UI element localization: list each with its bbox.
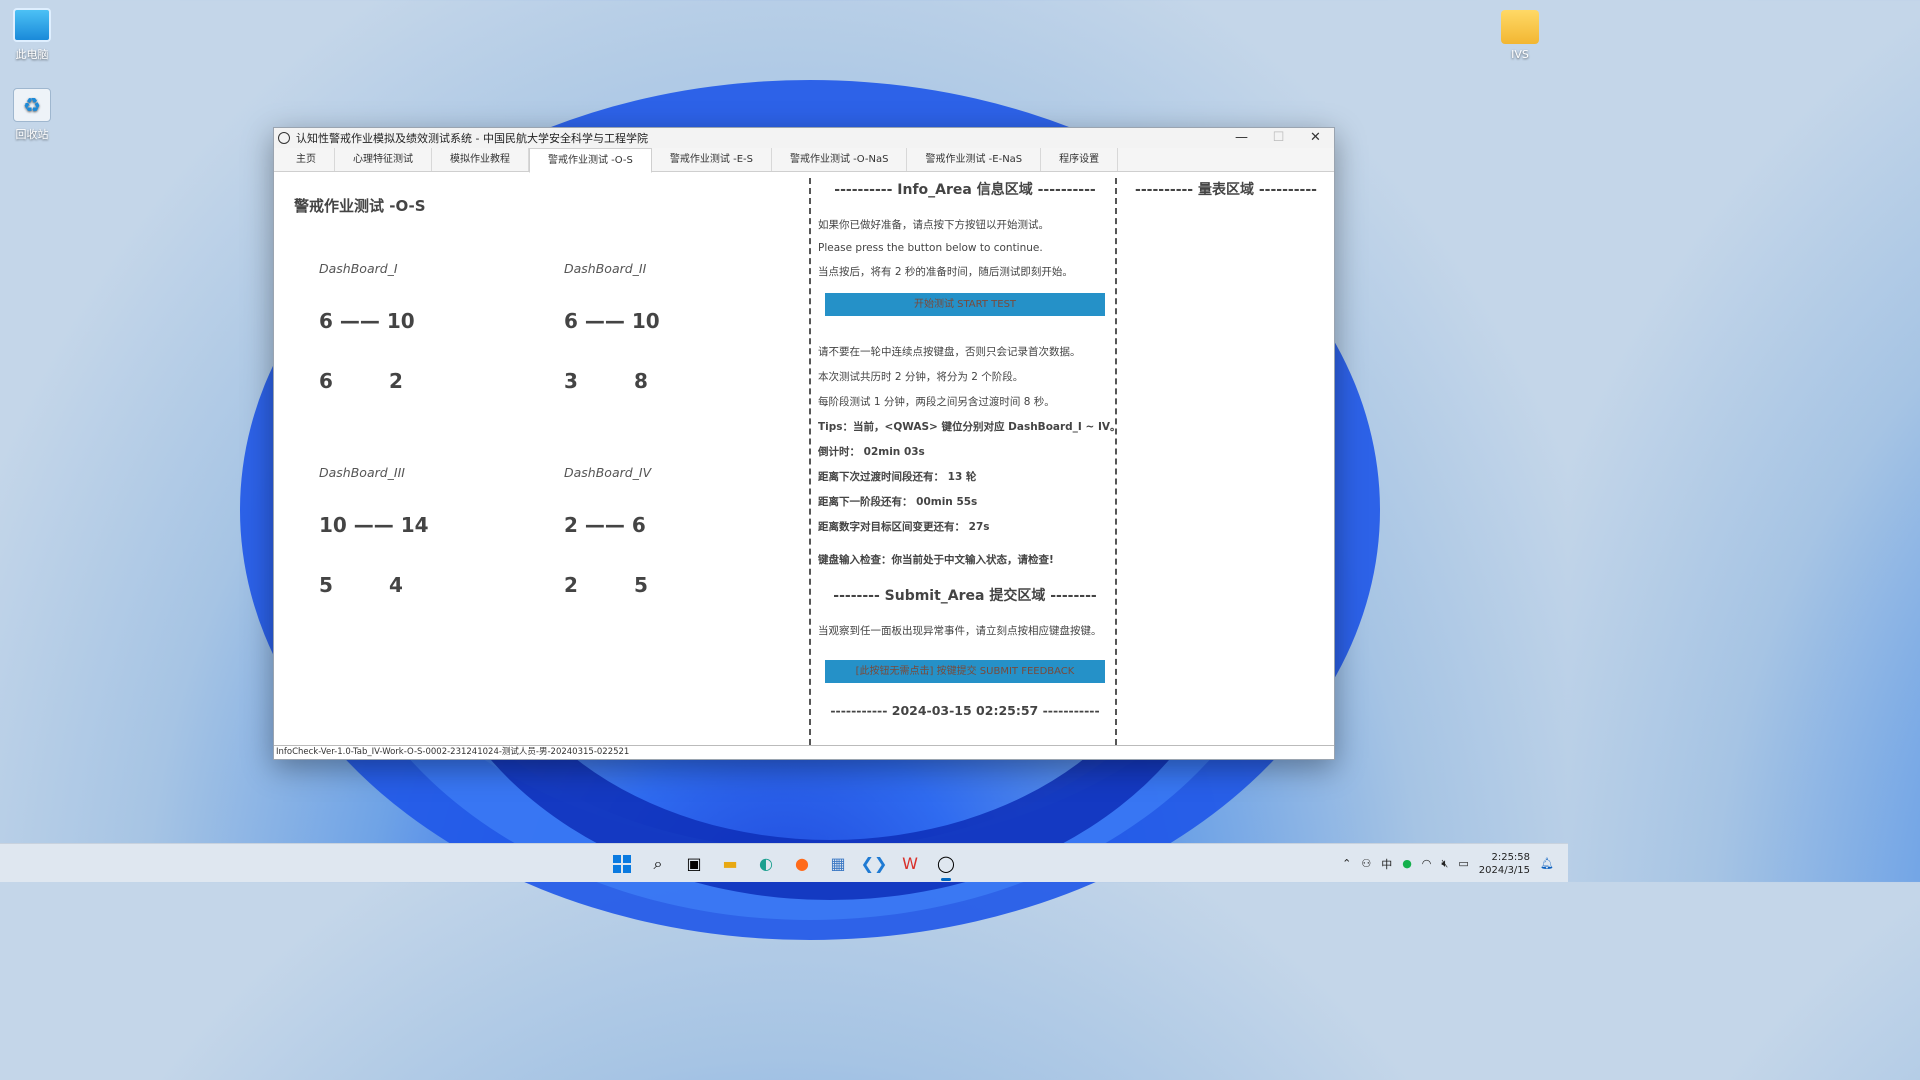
tab-test-e-nas[interactable]: 警戒作业测试 -E-NaS [907,148,1042,171]
submit-area-header: -------- Submit_Area 提交区域 -------- [833,588,1097,604]
next-transition-text: 距离下次过渡时间段还有： 13 轮 [818,471,977,483]
dashboard-name: DashBoard_II [564,261,647,276]
notification-bell-icon[interactable]: 🔔︎ [1540,857,1554,870]
photos-icon[interactable]: ▦ [824,850,852,878]
clock-date: 2024/3/15 [1478,864,1531,876]
dashboard-name: DashBoard_I [319,261,398,276]
app-icon[interactable]: ◯ [932,850,960,881]
divider [1115,178,1117,745]
taskbar: ⌕ ▣ ▬ ◐ ● ▦ ❮❯ W ◯ ⌃ ⚇ 中 ● ◠ 🔇︎ ▭ 2:25:5… [0,843,1568,882]
close-button[interactable]: ✕ [1297,128,1334,148]
dashboard-value-b: 8 [634,369,648,393]
network-app-icon[interactable]: ⚇ [1361,857,1371,870]
next-interval-text: 距离数字对目标区间变更还有： 27s [818,521,990,533]
battery-icon[interactable]: ▭ [1458,857,1468,870]
page-title: 警戒作业测试 -O-S [294,197,426,215]
dashboard-panel: 警戒作业测试 -O-S DashBoard_I 6 —— 10 6 2 DashB… [274,173,810,745]
submit-hint: 当观察到任一面板出现异常事件，请立刻点按相应键盘按键。 [818,625,1102,637]
submit-feedback-button[interactable]: [此按钮无需点击] 按键提交 SUBMIT FEEDBACK [825,660,1105,683]
system-tray: ⌃ ⚇ 中 ● ◠ 🔇︎ ▭ 2:25:58 2024/3/15 🔔︎ [1342,844,1568,883]
desktop-icon-label: 回收站 [15,128,49,141]
tab-test-o-nas[interactable]: 警戒作业测试 -O-NaS [772,148,908,171]
dashboard-range: 2 —— 6 [564,513,646,537]
minimize-button[interactable]: — [1223,128,1260,148]
dashboard-value-a: 2 [564,573,578,597]
tab-bar: 主页 心理特征测试 模拟作业教程 警戒作业测试 -O-S 警戒作业测试 -E-S… [274,148,1334,173]
chevron-up-icon[interactable]: ⌃ [1342,857,1351,870]
wifi-icon[interactable]: ◠ [1422,857,1432,870]
windows-start-icon[interactable] [608,850,636,878]
scale-area: ---------- 量表区域 ---------- [1118,173,1334,745]
tab-psych-test[interactable]: 心理特征测试 [335,148,432,171]
dashboard-value-b: 2 [389,369,403,393]
dashboard-range: 6 —— 10 [319,309,415,333]
computer-icon [13,8,51,42]
datetime-footer: ----------- 2024-03-15 02:25:57 --------… [830,703,1100,718]
taskbar-apps: ⌕ ▣ ▬ ◐ ● ▦ ❮❯ W ◯ [608,850,960,881]
dashboard-range: 10 —— 14 [319,513,429,537]
info-line: 本次测试共历时 2 分钟，将分为 2 个阶段。 [818,371,1024,383]
tab-test-e-s[interactable]: 警戒作业测试 -E-S [652,148,772,171]
dashboard-1: DashBoard_I 6 —— 10 6 2 [319,261,519,393]
dashboard-value-b: 4 [389,573,403,597]
dashboard-value-a: 6 [319,369,333,393]
tab-settings[interactable]: 程序设置 [1041,148,1119,171]
tab-home[interactable]: 主页 [278,148,335,171]
title-bar[interactable]: 认知性警戒作业模拟及绩效测试系统 - 中国民航大学安全科学与工程学院 — ☐ ✕ [274,128,1334,148]
maximize-button[interactable]: ☐ [1260,128,1297,148]
ime-indicator[interactable]: 中 [1381,856,1392,872]
dashboard-2: DashBoard_II 6 —— 10 3 8 [564,261,764,393]
tab-content: 警戒作业测试 -O-S DashBoard_I 6 —— 10 6 2 DashB… [274,173,1334,745]
dashboard-value-a: 3 [564,369,578,393]
desktop-icon-label: 此电脑 [15,48,49,61]
desktop-icon-recycle-bin[interactable]: ♻ 回收站 [2,88,62,142]
info-area: ---------- Info_Area 信息区域 ---------- 如果你… [812,173,1121,745]
folder-icon [1501,10,1539,44]
search-icon[interactable]: ⌕ [644,850,672,878]
desktop-icon-ivs-folder[interactable]: IVS [1490,10,1550,61]
info-line: 每阶段测试 1 分钟，两段之间另含过渡时间 8 秒。 [818,396,1055,408]
window-title: 认知性警戒作业模拟及绩效测试系统 - 中国民航大学安全科学与工程学院 [296,132,648,145]
dashboard-name: DashBoard_III [319,465,405,480]
dashboard-range: 6 —— 10 [564,309,660,333]
wechat-icon[interactable]: ● [1402,857,1412,870]
info-line: 如果你已做好准备，请点按下方按钮以开始测试。 [818,219,1049,231]
app-window: 认知性警戒作业模拟及绩效测试系统 - 中国民航大学安全科学与工程学院 — ☐ ✕… [273,127,1335,760]
firefox-icon[interactable]: ● [788,850,816,878]
status-bar: InfoCheck-Ver-1.0-Tab_IV-Work-O-S-0002-2… [274,745,1334,759]
clock-time: 2:25:58 [1491,851,1531,863]
info-area-header: ---------- Info_Area 信息区域 ---------- [834,182,1096,198]
app-logo-icon [278,132,290,144]
countdown-text: 倒计时： 02min 03s [818,446,925,458]
vscode-icon[interactable]: ❮❯ [860,850,888,878]
divider [809,178,811,745]
info-line: 当点按后，将有 2 秒的准备时间，随后测试即刻开始。 [818,266,1073,278]
dashboard-3: DashBoard_III 10 —— 14 5 4 [319,465,519,597]
tab-tutorial[interactable]: 模拟作业教程 [432,148,529,171]
dashboard-value-b: 5 [634,573,648,597]
desktop-icon-label: IVS [1511,48,1529,61]
start-test-button[interactable]: 开始测试 START TEST [825,293,1105,316]
wps-icon[interactable]: W [896,850,924,878]
volume-muted-icon[interactable]: 🔇︎ [1441,857,1448,871]
dashboard-value-a: 5 [319,573,333,597]
next-stage-text: 距离下一阶段还有： 00min 55s [818,496,978,508]
tab-test-o-s[interactable]: 警戒作业测试 -O-S [529,148,652,173]
desktop-icon-this-pc[interactable]: 此电脑 [2,8,62,62]
file-explorer-icon[interactable]: ▬ [716,850,744,878]
info-line: Please press the button below to continu… [818,242,1043,254]
keyboard-check-text: 键盘输入检查：你当前处于中文输入状态，请检查! [818,554,1054,566]
clock[interactable]: 2:25:58 2024/3/15 [1479,851,1530,877]
dashboard-name: DashBoard_IV [564,465,652,480]
recycle-bin-icon: ♻ [13,88,51,122]
info-line: 请不要在一轮中连续点按键盘，否则只会记录首次数据。 [818,346,1081,358]
scale-area-header: ---------- 量表区域 ---------- [1135,182,1317,198]
task-view-icon[interactable]: ▣ [680,850,708,878]
dashboard-4: DashBoard_IV 2 —— 6 2 5 [564,465,764,597]
tips-text: Tips：当前，<QWAS> 键位分别对应 DashBoard_I ~ IV。 [818,421,1121,433]
edge-icon[interactable]: ◐ [752,850,780,878]
